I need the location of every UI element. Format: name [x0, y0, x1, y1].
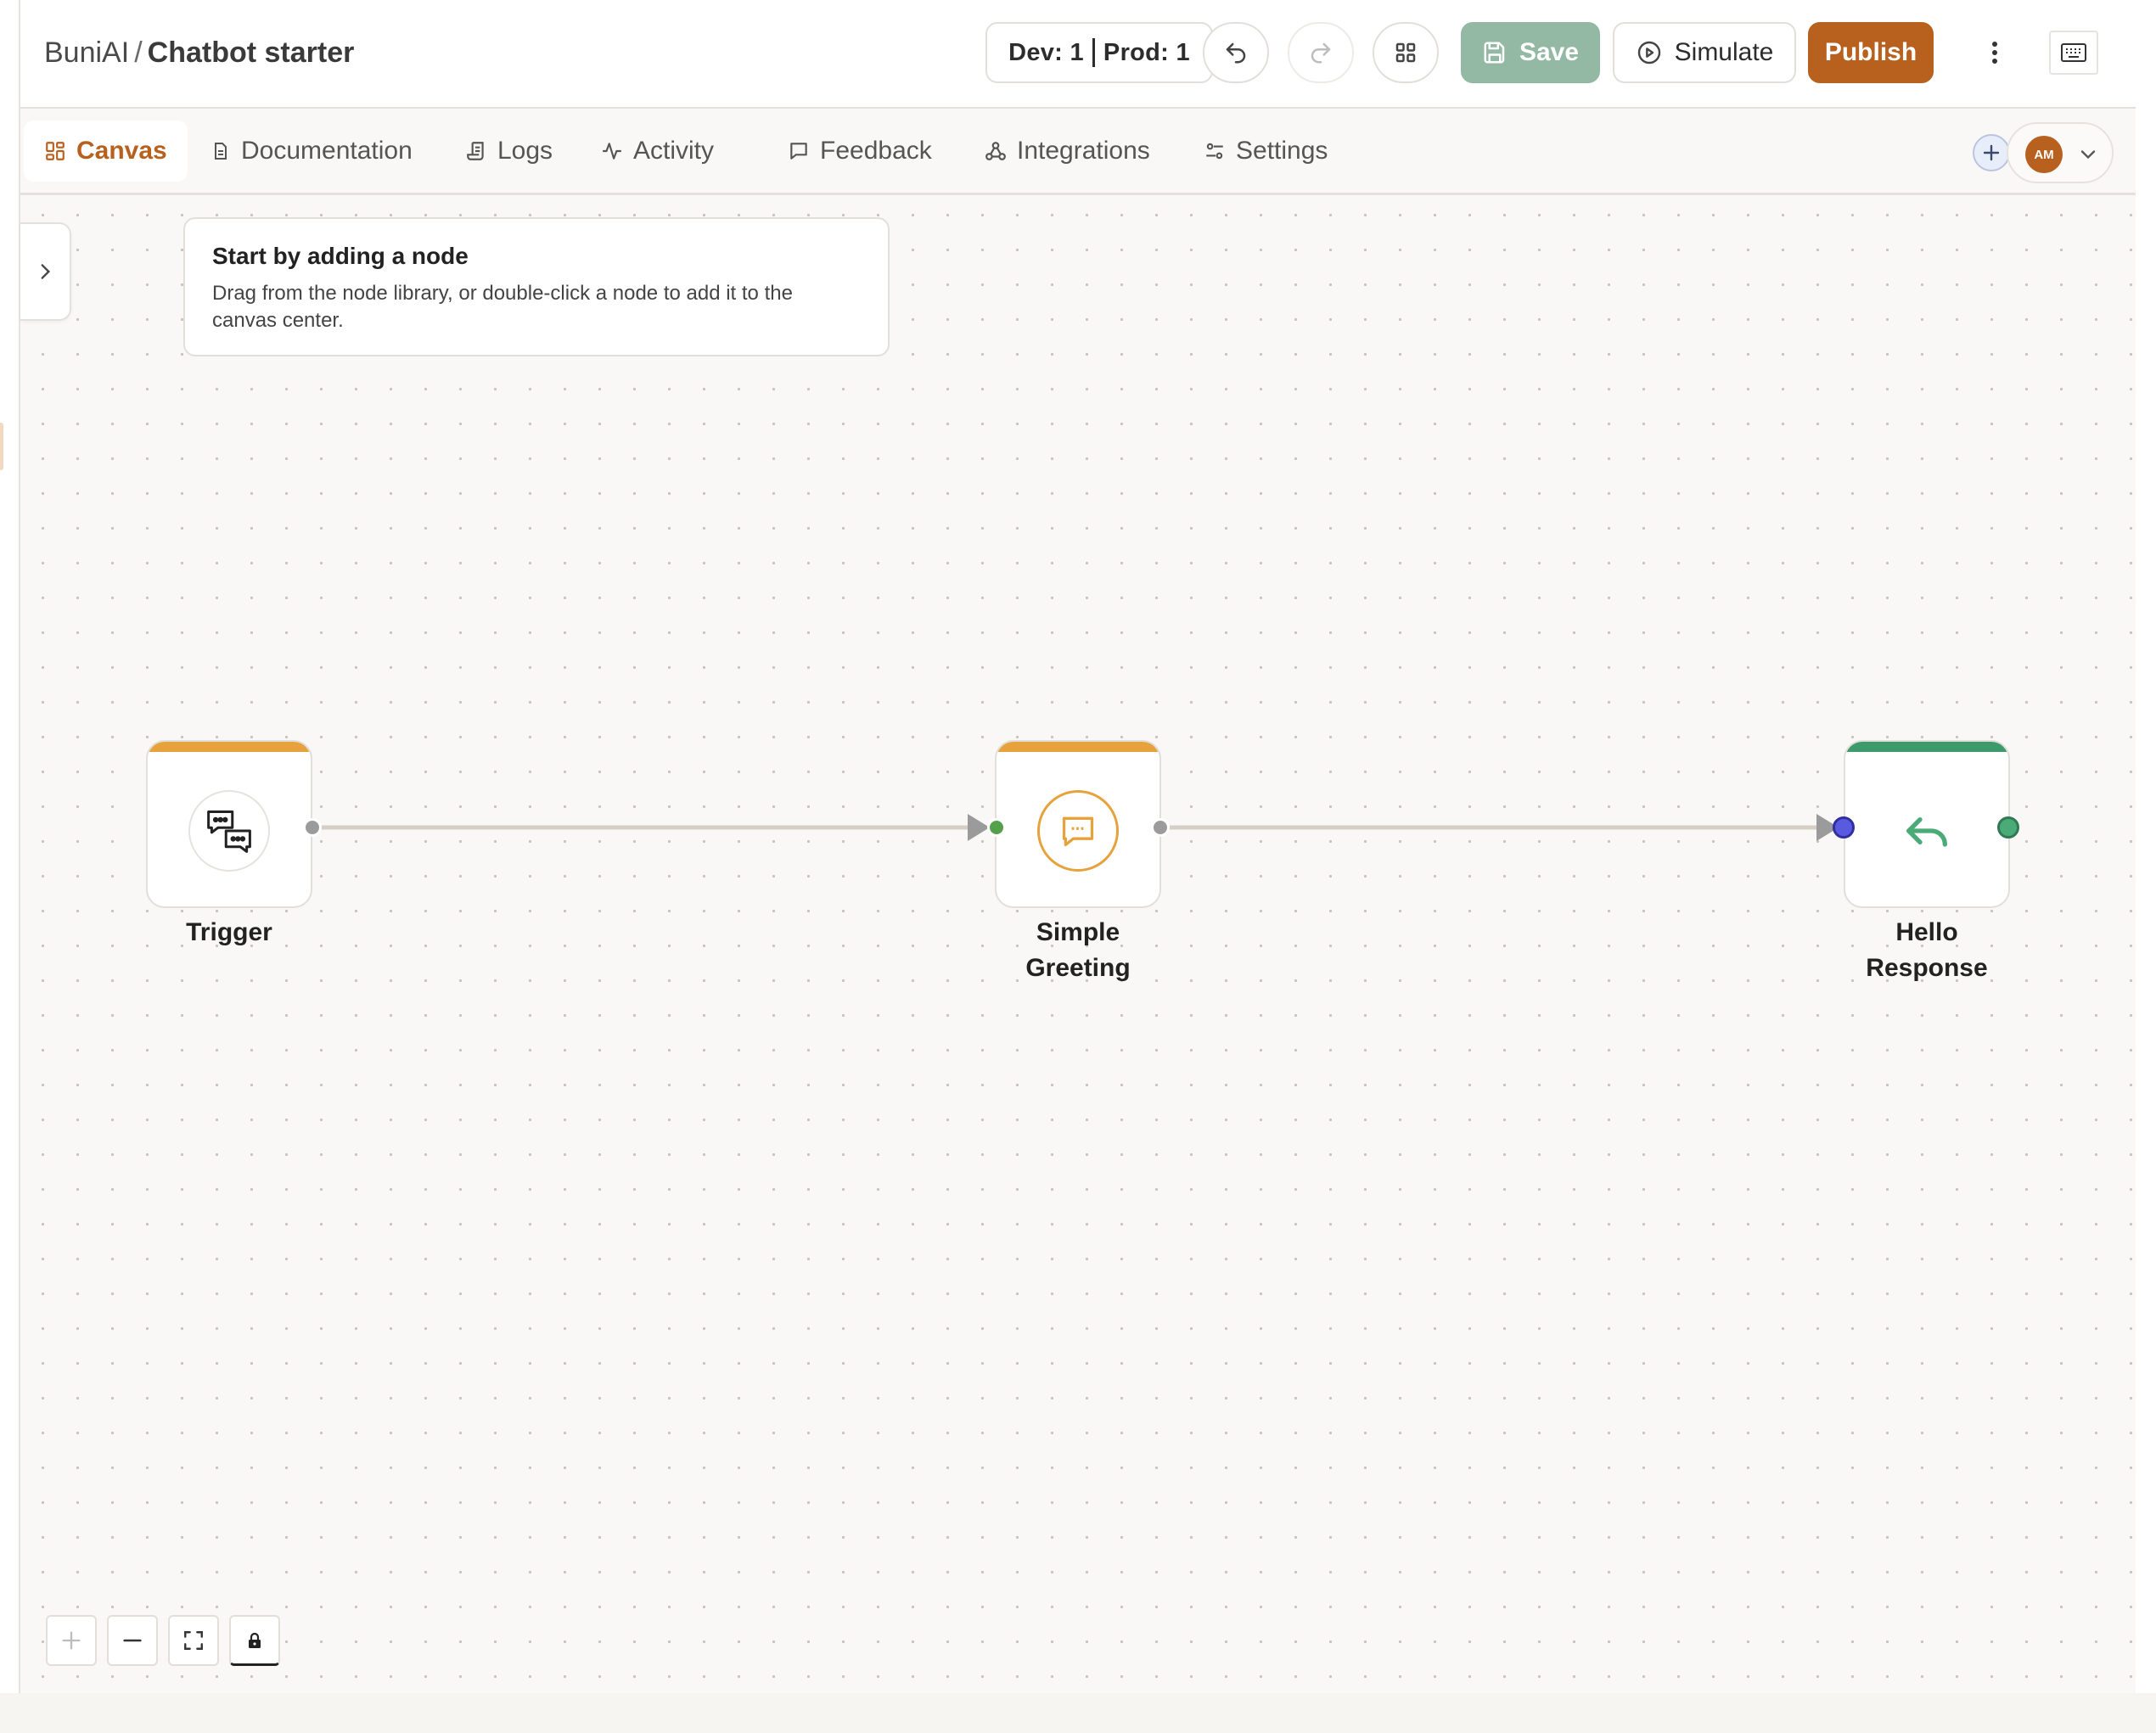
node-output-port[interactable] — [303, 818, 322, 837]
node-output-port[interactable] — [1997, 816, 2019, 838]
node-accent-bar — [148, 742, 311, 752]
minus-icon — [123, 1639, 142, 1642]
node-label-line: Simple — [1036, 918, 1120, 946]
node-label: Simple Greeting — [976, 915, 1180, 986]
lock-canvas-button[interactable] — [229, 1615, 280, 1666]
reply-icon — [1906, 816, 1947, 847]
node-input-port[interactable] — [1833, 816, 1855, 838]
node-accent-bar — [997, 742, 1159, 752]
zoom-in-button[interactable] — [46, 1615, 97, 1666]
message-icon — [1062, 816, 1094, 846]
node-label-line: Response — [1866, 954, 1988, 982]
node-label-line: Greeting — [1025, 954, 1131, 982]
fit-view-button[interactable] — [168, 1615, 219, 1666]
node-trigger[interactable] — [146, 740, 312, 908]
plus-icon — [62, 1631, 81, 1650]
node-label-line: Hello — [1895, 918, 1958, 946]
node-label: Trigger — [186, 918, 272, 946]
node-label: Hello Response — [1825, 915, 2029, 986]
fit-view-icon — [184, 1631, 203, 1650]
zoom-out-button[interactable] — [107, 1615, 158, 1666]
app-root: BuniAI / Chatbot starter Dev: 1 Prod: 1 Sa… — [0, 0, 2156, 1733]
node-hello-response[interactable] — [1844, 740, 2010, 908]
node-icon-wrap — [1886, 790, 1968, 872]
node-icon-wrap — [1037, 789, 1119, 872]
lock-icon — [249, 1632, 261, 1648]
node-input-port[interactable] — [987, 818, 1006, 837]
node-simple-greeting[interactable] — [995, 740, 1161, 908]
node-icon-wrap — [188, 789, 270, 872]
node-output-port[interactable] — [1151, 818, 1170, 837]
chat-bubbles-icon — [207, 810, 251, 853]
node-accent-bar — [1845, 742, 2008, 752]
